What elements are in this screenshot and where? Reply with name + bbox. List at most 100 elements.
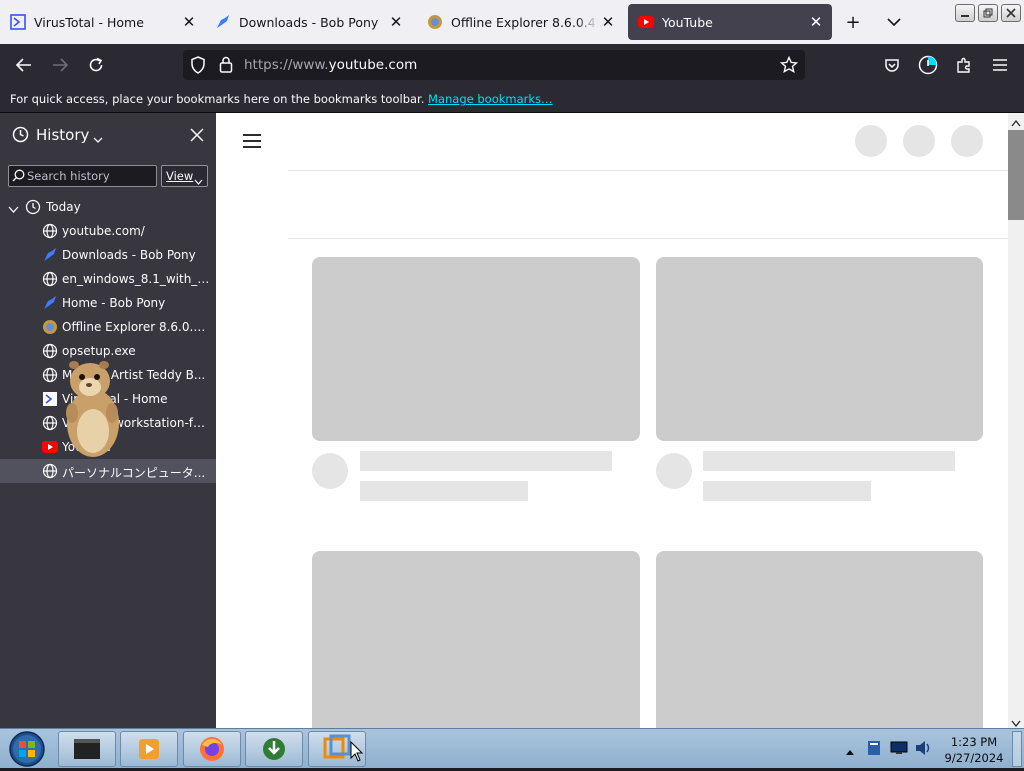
address-bar[interactable]: https://www.youtube.com: [183, 50, 805, 80]
network-icon[interactable]: [890, 741, 908, 758]
youtube-icon: [42, 439, 58, 455]
channel-avatar-placeholder: [312, 453, 348, 489]
forward-arrow-icon[interactable]: [48, 53, 72, 77]
view-menu-button[interactable]: View: [161, 165, 208, 187]
windows-taskbar: 1:23 PM 9/27/2024: [0, 728, 1024, 768]
bob-pony-icon: [42, 247, 58, 263]
tab-title: Downloads - Bob Pony: [239, 14, 379, 30]
taskbar-clock[interactable]: 1:23 PM 9/27/2024: [938, 734, 1010, 766]
page-scrollbar[interactable]: [1008, 113, 1024, 728]
reload-icon[interactable]: [84, 53, 108, 77]
video-thumbnail-placeholder: [656, 551, 983, 728]
offline-explorer-icon: [42, 319, 58, 335]
divider: [288, 238, 1008, 239]
page-content: [216, 113, 1008, 728]
youtube-icon: [637, 13, 655, 31]
tab-title: YouTube: [662, 14, 713, 30]
history-group-today[interactable]: Today: [0, 195, 216, 219]
volume-icon[interactable]: [914, 740, 932, 759]
lock-icon[interactable]: [219, 56, 233, 76]
chevron-down-icon[interactable]: [93, 132, 103, 146]
restore-window-button[interactable]: [978, 4, 998, 22]
search-history-input[interactable]: [27, 168, 153, 184]
close-tab-icon[interactable]: ✕: [598, 12, 618, 32]
account-icon[interactable]: [916, 53, 940, 77]
close-tab-icon[interactable]: ✕: [806, 12, 826, 32]
back-arrow-icon[interactable]: [12, 53, 36, 77]
history-item[interactable]: Downloads - Bob Pony: [0, 243, 216, 267]
video-thumbnail-placeholder: [312, 257, 640, 441]
globe-icon: [42, 343, 58, 359]
history-item[interactable]: Home - Bob Pony: [0, 291, 216, 315]
history-item-label: opsetup.exe: [62, 344, 136, 358]
bookmark-star-icon[interactable]: [779, 55, 799, 77]
placeholder-button: [855, 125, 887, 157]
clock-date: 9/27/2024: [944, 751, 1004, 765]
offline-explorer-icon: [426, 13, 444, 31]
globe-icon: [42, 415, 58, 431]
taskbar-firefox-app[interactable]: [183, 731, 241, 767]
sidebar-header: History: [0, 113, 216, 157]
history-item-label: Home - Bob Pony: [62, 296, 166, 310]
url-text[interactable]: https://www.youtube.com: [244, 57, 417, 73]
chevron-down-icon[interactable]: [8, 202, 19, 216]
pocket-icon[interactable]: [880, 53, 904, 77]
extensions-puzzle-icon[interactable]: [952, 53, 976, 77]
history-sidebar: History View Today youtube.com/Downloads…: [0, 113, 216, 728]
hamburger-menu-icon[interactable]: [988, 53, 1012, 77]
url-prefix: https://www.: [244, 57, 329, 73]
title-placeholder: [703, 451, 955, 471]
history-item-label: Downloads - Bob Pony: [62, 248, 196, 262]
shield-icon[interactable]: [190, 56, 206, 77]
list-all-tabs-icon[interactable]: [883, 11, 905, 33]
bookmarks-toolbar-message: For quick access, place your bookmarks h…: [10, 92, 425, 106]
tab-youtube[interactable]: YouTube ✕: [628, 4, 832, 40]
chevron-down-icon: [194, 174, 203, 188]
show-hidden-icons-icon[interactable]: [846, 744, 854, 758]
scroll-up-arrow-icon[interactable]: [1011, 116, 1021, 130]
sidebar-title: History: [36, 126, 90, 144]
clock-icon: [25, 199, 41, 218]
globe-icon: [42, 271, 58, 287]
manage-bookmarks-link[interactable]: Manage bookmarks…: [428, 92, 553, 106]
history-group-label: Today: [46, 200, 81, 214]
virustotal-icon: [9, 13, 27, 31]
close-tab-icon[interactable]: ✕: [386, 12, 406, 32]
scrollbar-thumb[interactable]: [1008, 130, 1024, 220]
view-button-label: View: [166, 169, 194, 183]
bob-pony-icon: [42, 295, 58, 311]
hamster-overlay-image: [62, 357, 124, 461]
placeholder-avatar: [951, 125, 983, 157]
history-item[interactable]: Offline Explorer 8.6.0.4984 ...: [0, 315, 216, 339]
mouse-cursor-icon: [350, 740, 364, 766]
tab-virustotal[interactable]: VirusTotal - Home ✕: [0, 4, 205, 40]
tray-app-icon[interactable]: [866, 740, 882, 759]
start-button[interactable]: [6, 730, 48, 768]
guide-menu-icon[interactable]: [242, 133, 262, 152]
history-item[interactable]: パーソナルコンピュータ...: [0, 459, 216, 483]
history-item-label: youtube.com/: [62, 224, 145, 238]
close-tab-icon[interactable]: ✕: [179, 12, 199, 32]
minimize-window-button[interactable]: [955, 4, 975, 22]
tab-offline-explorer[interactable]: Offline Explorer 8.6.0.4984 by ✕: [417, 4, 624, 40]
new-tab-icon[interactable]: +: [842, 11, 864, 33]
globe-icon: [42, 463, 58, 479]
tab-downloads-bob-pony[interactable]: Downloads - Bob Pony ✕: [205, 4, 412, 40]
history-item-label: Offline Explorer 8.6.0.4984 ...: [62, 320, 212, 334]
sidebar-switcher[interactable]: History: [36, 126, 89, 144]
placeholder-button: [903, 125, 935, 157]
search-history-box[interactable]: [8, 165, 157, 187]
taskbar-terminal-app[interactable]: [58, 731, 116, 767]
taskbar-media-player-app[interactable]: [120, 731, 178, 767]
tab-strip: VirusTotal - Home ✕ Downloads - Bob Pony…: [0, 0, 1024, 44]
history-item[interactable]: youtube.com/: [0, 219, 216, 243]
history-item[interactable]: en_windows_8.1_with_upd...: [0, 267, 216, 291]
virustotal-icon: [42, 391, 58, 407]
globe-icon: [42, 367, 58, 383]
divider: [288, 170, 1008, 171]
clock-time: 1:23 PM: [950, 735, 998, 749]
taskbar-download-manager-app[interactable]: [245, 731, 303, 767]
show-desktop-button[interactable]: [1012, 731, 1022, 767]
close-window-button[interactable]: [1001, 4, 1021, 22]
close-sidebar-icon[interactable]: [190, 128, 204, 145]
